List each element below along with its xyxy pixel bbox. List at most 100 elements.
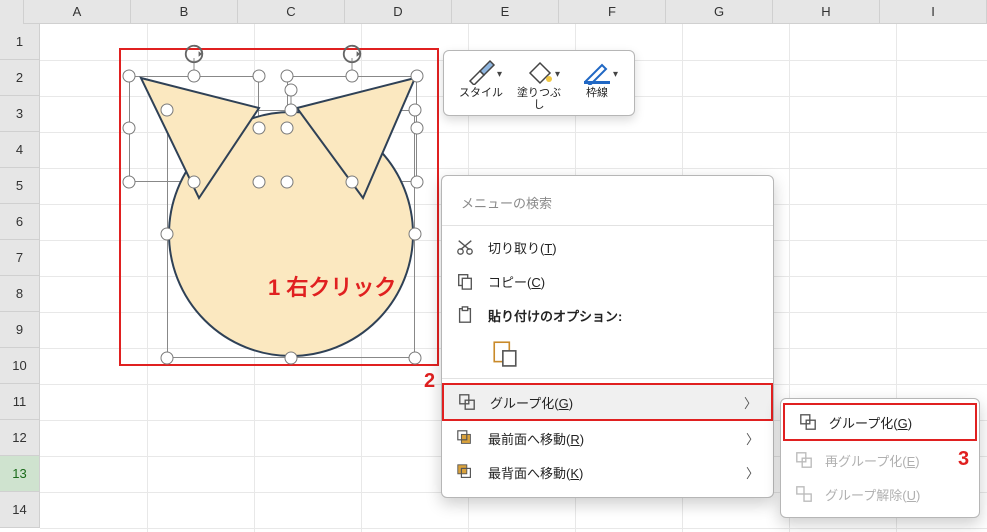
menu-search-input[interactable]: メニューの検索 xyxy=(452,186,763,219)
resize-handle[interactable] xyxy=(188,176,201,189)
submenu-group-label: グループ化(G) xyxy=(829,413,912,432)
shape-fill-button[interactable]: ▾ 塗りつぶし xyxy=(512,59,566,111)
row-headers: 1 2 3 4 5 6 7 8 9 10 11 12 13 14 xyxy=(0,24,40,532)
paste-options-row xyxy=(442,332,773,374)
resize-handle[interactable] xyxy=(253,70,266,83)
col-header-H[interactable]: H xyxy=(773,0,880,23)
menu-group-label: グループ化(G) xyxy=(490,393,732,412)
submenu-arrow-icon: 〉 xyxy=(746,429,759,448)
context-menu: メニューの検索 切り取り(T) コピー(C) 貼り付けのオプション: xyxy=(441,175,774,498)
menu-copy-label: コピー(C) xyxy=(488,272,759,291)
row-header-10[interactable]: 10 xyxy=(0,348,40,384)
row-header-3[interactable]: 3 xyxy=(0,96,40,132)
row-header-2[interactable]: 2 xyxy=(0,60,40,96)
menu-send-back[interactable]: 最背面へ移動(K) 〉 xyxy=(442,455,773,489)
shape-mini-toolbar: ▾ スタイル ▾ 塗りつぶし ▾ 枠線 xyxy=(443,50,635,116)
resize-handle[interactable] xyxy=(411,70,424,83)
paste-option-default[interactable] xyxy=(488,336,522,370)
shape-group[interactable] xyxy=(119,48,439,366)
col-header-F[interactable]: F xyxy=(559,0,666,23)
resize-handle[interactable] xyxy=(123,122,136,135)
row-header-8[interactable]: 8 xyxy=(0,276,40,312)
copy-icon xyxy=(454,271,476,291)
menu-copy[interactable]: コピー(C) xyxy=(442,264,773,298)
resize-handle[interactable] xyxy=(161,228,174,241)
row-header-9[interactable]: 9 xyxy=(0,312,40,348)
menu-send-back-label: 最背面へ移動(K) xyxy=(488,463,734,482)
row-header-14[interactable]: 14 xyxy=(0,492,40,528)
col-header-G[interactable]: G xyxy=(666,0,773,23)
submenu-regroup: 再グループ化(E) xyxy=(781,443,979,477)
ungroup-icon xyxy=(793,484,815,504)
resize-handle[interactable] xyxy=(281,122,294,135)
shape-style-label: スタイル xyxy=(459,87,503,99)
submenu-group[interactable]: グループ化(G) xyxy=(785,405,975,439)
col-header-A[interactable]: A xyxy=(24,0,131,23)
col-header-B[interactable]: B xyxy=(131,0,238,23)
shape-outline-button[interactable]: ▾ 枠線 xyxy=(570,59,624,111)
rotate-handle-icon[interactable] xyxy=(183,43,205,65)
menu-bring-front-label: 最前面へ移動(R) xyxy=(488,429,734,448)
resize-handle[interactable] xyxy=(285,352,298,365)
resize-handle[interactable] xyxy=(346,176,359,189)
brush-icon: ▾ xyxy=(466,59,496,85)
resize-handle[interactable] xyxy=(281,176,294,189)
menu-paste-options-label: 貼り付けのオプション: xyxy=(488,306,759,325)
shape-fill-label: 塗りつぶし xyxy=(512,87,566,111)
chevron-down-icon: ▾ xyxy=(497,69,502,80)
scissors-icon xyxy=(454,237,476,257)
send-back-icon xyxy=(454,462,476,482)
rotate-handle-ellipse[interactable] xyxy=(285,84,298,97)
chevron-down-icon: ▾ xyxy=(555,69,560,80)
resize-handle[interactable] xyxy=(411,176,424,189)
annotation-step1: 1 右クリック xyxy=(268,270,396,302)
row-header-12[interactable]: 12 xyxy=(0,420,40,456)
menu-cut[interactable]: 切り取り(T) xyxy=(442,230,773,264)
col-header-D[interactable]: D xyxy=(345,0,452,23)
row-header-1[interactable]: 1 xyxy=(0,24,40,60)
row-header-7[interactable]: 7 xyxy=(0,240,40,276)
resize-handle[interactable] xyxy=(123,176,136,189)
rotate-handle-icon[interactable] xyxy=(341,43,363,65)
chevron-down-icon: ▾ xyxy=(613,69,618,80)
resize-handle[interactable] xyxy=(411,122,424,135)
clipboard-icon xyxy=(454,305,476,325)
resize-handle[interactable] xyxy=(161,104,174,117)
menu-cut-label: 切り取り(T) xyxy=(488,238,759,257)
resize-handle[interactable] xyxy=(409,352,422,365)
pen-icon: ▾ xyxy=(582,59,612,85)
col-header-I[interactable]: I xyxy=(880,0,987,23)
menu-bring-front[interactable]: 最前面へ移動(R) 〉 xyxy=(442,421,773,455)
resize-handle[interactable] xyxy=(346,70,359,83)
submenu-regroup-label: 再グループ化(E) xyxy=(825,451,920,470)
submenu-arrow-icon: 〉 xyxy=(746,463,759,482)
resize-handle[interactable] xyxy=(253,122,266,135)
resize-handle[interactable] xyxy=(281,70,294,83)
submenu-arrow-icon: 〉 xyxy=(744,393,757,412)
shape-style-button[interactable]: ▾ スタイル xyxy=(454,59,508,111)
resize-handle[interactable] xyxy=(409,228,422,241)
shape-outline-label: 枠線 xyxy=(586,87,608,99)
col-header-C[interactable]: C xyxy=(238,0,345,23)
resize-handle[interactable] xyxy=(188,70,201,83)
row-header-6[interactable]: 6 xyxy=(0,204,40,240)
row-header-5[interactable]: 5 xyxy=(0,168,40,204)
row-header-13[interactable]: 13 xyxy=(0,456,40,492)
select-all-corner[interactable] xyxy=(0,0,24,24)
submenu-ungroup-label: グループ解除(U) xyxy=(825,485,920,504)
group-submenu: グループ化(G) 再グループ化(E) グループ解除(U) xyxy=(780,398,980,518)
resize-handle[interactable] xyxy=(285,104,298,117)
row-header-11[interactable]: 11 xyxy=(0,384,40,420)
col-header-E[interactable]: E xyxy=(452,0,559,23)
group-icon xyxy=(456,392,478,412)
cat-svg xyxy=(119,48,439,366)
submenu-ungroup: グループ解除(U) xyxy=(781,477,979,511)
menu-group[interactable]: グループ化(G) 〉 xyxy=(444,385,771,419)
resize-handle[interactable] xyxy=(253,176,266,189)
resize-handle[interactable] xyxy=(409,104,422,117)
resize-handle[interactable] xyxy=(123,70,136,83)
resize-handle[interactable] xyxy=(161,352,174,365)
excel-canvas: A B C D E F G H I 1 2 3 4 5 6 7 8 9 10 1… xyxy=(0,0,987,532)
annotation-step2: 2 xyxy=(424,370,435,393)
row-header-4[interactable]: 4 xyxy=(0,132,40,168)
